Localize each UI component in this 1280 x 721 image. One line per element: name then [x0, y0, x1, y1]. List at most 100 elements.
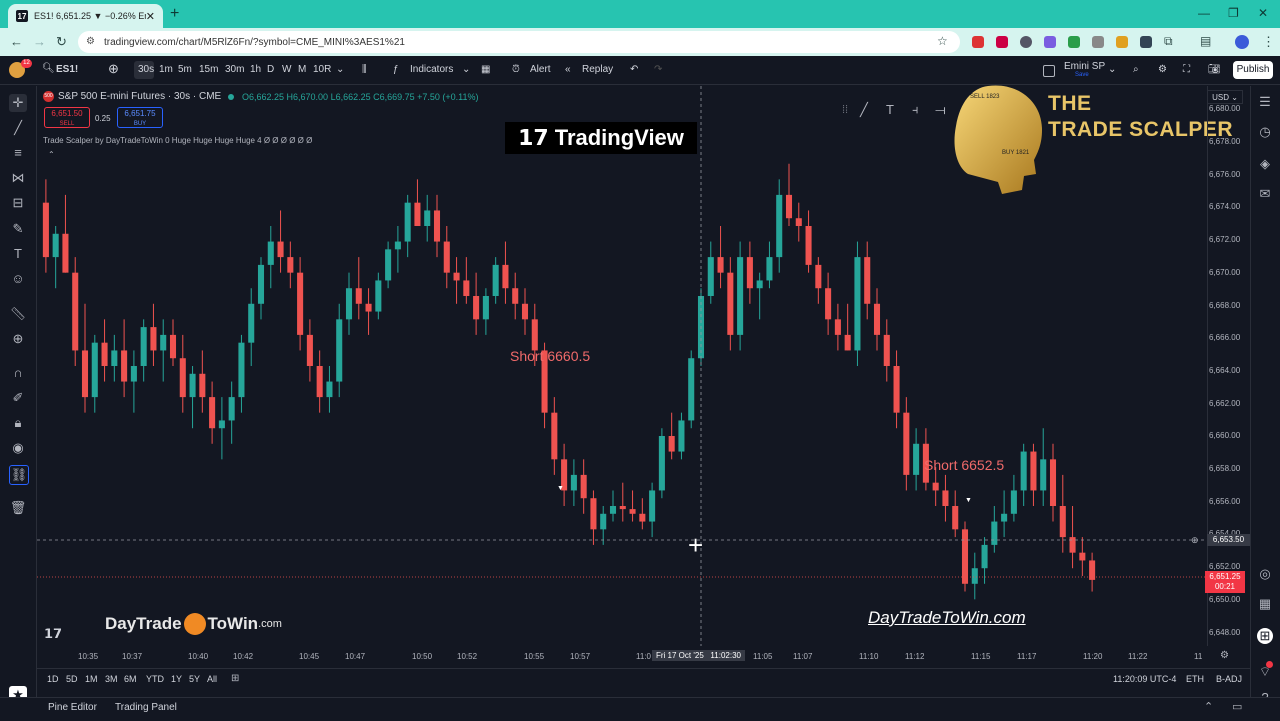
brush-tool-icon[interactable]: ✎ — [9, 220, 27, 238]
symbol-search-icon[interactable]: 🔍︎ — [42, 63, 55, 74]
range-1d[interactable]: 1D — [47, 674, 66, 684]
adjust-toggle[interactable]: B-ADJ — [1216, 674, 1242, 684]
extension-icon[interactable] — [1140, 36, 1152, 48]
currency-selector[interactable]: USD ⌄ — [1207, 90, 1243, 104]
indicator-legend[interactable]: Trade Scalper by DayTradeToWin 0 Huge Hu… — [43, 136, 312, 145]
layout-dropdown-icon[interactable]: ⌄ — [1108, 64, 1116, 75]
alerts-clock-icon[interactable]: ◷ — [1257, 124, 1273, 140]
lock-icon[interactable]: 🔒︎ — [9, 414, 27, 432]
site-info-icon[interactable]: ⚙ — [86, 36, 95, 47]
legend-title[interactable]: S&P 500 E-mini Futures · 30s · CME — [58, 91, 221, 102]
range-6m[interactable]: 6M — [124, 674, 146, 684]
range-1m[interactable]: 1M — [85, 674, 105, 684]
undo-icon[interactable]: ↶ — [630, 64, 638, 75]
minimize-icon[interactable]: — — [1198, 6, 1210, 20]
chats-icon[interactable]: ✉ — [1257, 186, 1273, 202]
indicators-dropdown-icon[interactable]: ⌄ — [462, 64, 470, 75]
reload-icon[interactable]: ↻ — [56, 34, 67, 50]
replay-button[interactable]: Replay — [582, 64, 613, 75]
text-tool-icon[interactable]: T — [9, 245, 27, 263]
back-icon[interactable]: ← — [10, 34, 23, 49]
url-input[interactable]: tradingview.com/chart/M5RlZ6Fn/?symbol=C… — [78, 31, 960, 53]
magnet-tool-icon[interactable]: ∩ — [9, 364, 27, 382]
profile-avatar[interactable] — [1235, 35, 1249, 49]
interval-30m[interactable]: 30m — [225, 64, 244, 75]
measure-tool-icon[interactable]: 📏︎ — [9, 305, 27, 323]
interval-d[interactable]: D — [267, 64, 274, 75]
trading-panel-tab[interactable]: Trading Panel — [115, 702, 177, 713]
watchlist-icon[interactable]: ☰ — [1257, 94, 1273, 110]
indicators-button[interactable]: Indicators — [410, 64, 453, 75]
extension-icon[interactable] — [1092, 36, 1104, 48]
goto-date-icon[interactable]: ⊞ — [231, 673, 239, 684]
quick-search-icon[interactable]: ⌕ — [1133, 64, 1139, 75]
bookmark-star-icon[interactable]: ☆ — [937, 34, 948, 48]
axis-settings-icon[interactable]: ⚙ — [1220, 650, 1229, 661]
close-tab-icon[interactable]: ✕ — [146, 10, 155, 23]
trash-icon[interactable]: 🗑︎ — [9, 499, 27, 517]
interval-w[interactable]: W — [282, 64, 291, 75]
maximize-panel-icon[interactable]: ▭ — [1232, 700, 1242, 713]
interval-30s[interactable]: 30s — [138, 64, 154, 75]
compare-add-icon[interactable]: ⊕ — [108, 61, 119, 77]
pine-editor-tab[interactable]: Pine Editor — [48, 702, 97, 713]
interval-1h[interactable]: 1h — [250, 64, 261, 75]
restore-icon[interactable]: ❐ — [1228, 6, 1239, 20]
buy-button[interactable]: 6,651.75 BUY — [117, 107, 163, 128]
browser-menu-icon[interactable]: ⋮ — [1262, 34, 1275, 50]
settings-icon[interactable]: ⚙ — [1158, 64, 1167, 75]
fib-tool-icon[interactable]: ≡ — [9, 144, 27, 162]
crosshair-tool-icon[interactable]: ✛ — [9, 94, 27, 112]
browser-tab[interactable]: 17 ES1! 6,651.25 ▼ −0.26% Emini ... ✕ — [8, 4, 163, 28]
range-1y[interactable]: 1Y — [171, 674, 189, 684]
layout-name[interactable]: Emini SP — [1064, 61, 1105, 72]
floating-drag-handle-icon[interactable]: ⁞⁞ — [842, 104, 848, 116]
target-icon[interactable]: ◎ — [1257, 566, 1273, 582]
templates-icon[interactable]: ▦ — [481, 64, 490, 75]
stay-drawing-icon[interactable]: ✐ — [9, 389, 27, 407]
extensions-puzzle-icon[interactable]: ⧉ — [1164, 34, 1173, 49]
range-all[interactable]: All — [207, 674, 227, 684]
floating-hline-icon[interactable]: ⟞ — [935, 102, 946, 118]
alert-button[interactable]: Alert — [530, 64, 551, 75]
close-window-icon[interactable]: ✕ — [1258, 6, 1268, 20]
sell-button[interactable]: 6,651.50 SELL — [44, 107, 90, 128]
apps-grid-icon[interactable]: ⊞ — [1257, 628, 1273, 644]
session-toggle[interactable]: ETH — [1186, 674, 1204, 684]
new-tab-icon[interactable]: + — [170, 5, 179, 23]
floating-line-icon[interactable]: ╱ — [860, 102, 868, 118]
extension-icon[interactable] — [1116, 36, 1128, 48]
extension-icon[interactable] — [1020, 36, 1032, 48]
projection-tool-icon[interactable]: ⊟ — [9, 194, 27, 212]
range-5d[interactable]: 5D — [66, 674, 85, 684]
screenshot-icon[interactable]: 📷︎ — [1208, 64, 1221, 75]
hide-drawings-icon[interactable]: ◉ — [9, 439, 27, 457]
symbol-search[interactable]: ES1! — [56, 64, 78, 75]
emoji-tool-icon[interactable]: ☺ — [9, 270, 27, 288]
range-ytd[interactable]: YTD — [146, 674, 171, 684]
pattern-tool-icon[interactable]: ⋈ — [9, 169, 27, 187]
interval-m[interactable]: M — [298, 64, 306, 75]
range-5y[interactable]: 5Y — [189, 674, 207, 684]
extension-icon[interactable] — [1044, 36, 1056, 48]
layout-icon[interactable] — [1043, 65, 1055, 77]
collapse-legend-icon[interactable]: ⌃ — [48, 150, 55, 159]
expand-panel-icon[interactable]: ⌃ — [1204, 700, 1213, 713]
floating-text-icon[interactable]: T — [886, 102, 894, 117]
zoom-tool-icon[interactable]: ⊕ — [9, 330, 27, 348]
publish-button[interactable]: Publish — [1233, 61, 1273, 79]
interval-15m[interactable]: 15m — [199, 64, 218, 75]
link-tool-icon[interactable]: ⛓︎ — [9, 465, 29, 485]
side-panel-icon[interactable]: ▤ — [1200, 34, 1211, 48]
interval-dropdown-icon[interactable]: ⌄ — [336, 64, 344, 75]
extension-icon[interactable] — [1068, 36, 1080, 48]
range-3m[interactable]: 3M — [105, 674, 124, 684]
forward-icon[interactable]: → — [33, 34, 46, 49]
fullscreen-icon[interactable]: ⛶ — [1183, 64, 1190, 75]
redo-icon[interactable]: ↷ — [654, 64, 662, 75]
interval-1m[interactable]: 1m — [159, 64, 173, 75]
clock-display[interactable]: 11:20:09 UTC-4 — [1113, 674, 1176, 684]
interval-5m[interactable]: 5m — [178, 64, 192, 75]
floating-vline-icon[interactable]: ⫞ — [912, 102, 919, 118]
candle-style-icon[interactable]: ⫼ — [362, 64, 367, 75]
